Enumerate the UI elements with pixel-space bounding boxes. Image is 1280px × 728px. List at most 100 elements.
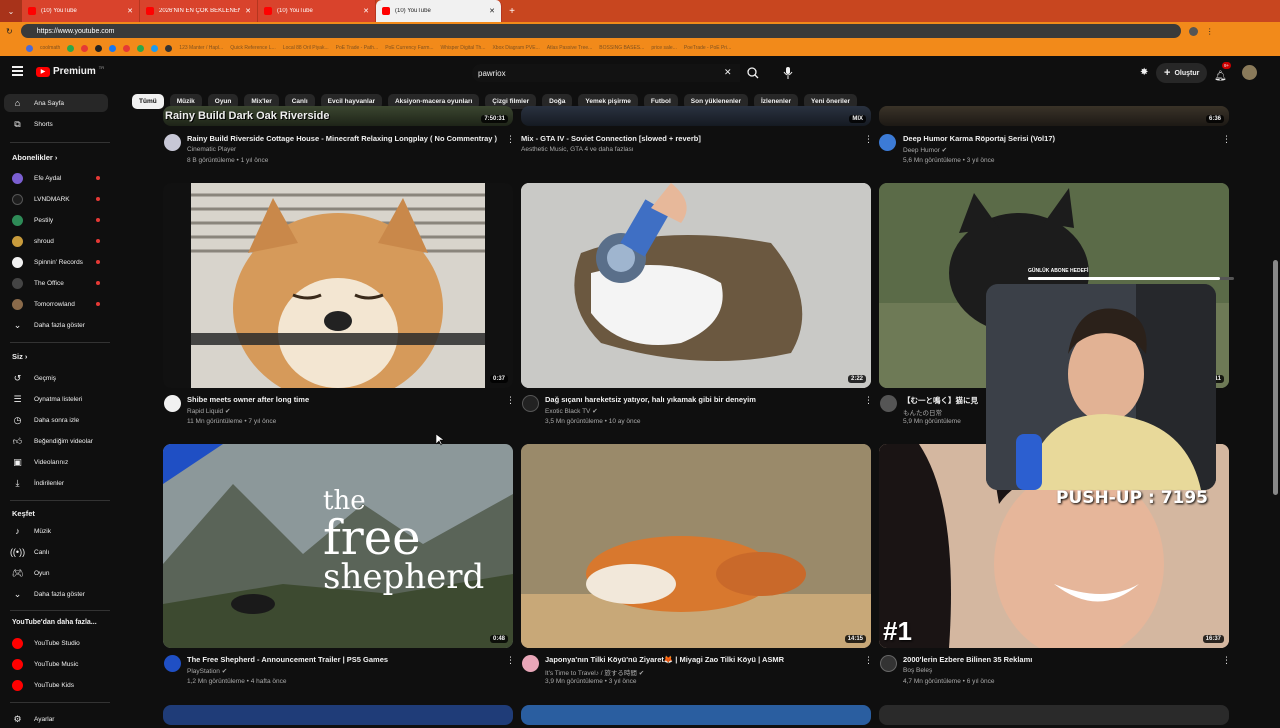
- bookmark-icon[interactable]: [151, 44, 159, 52]
- video-title[interactable]: Dağ sıçanı hareketsiz yatıyor, halı yıka…: [545, 395, 756, 404]
- video-title[interactable]: 2000'lerin Ezbere Bilinen 35 Reklamı: [903, 655, 1032, 664]
- video-thumbnail[interactable]: [521, 705, 871, 725]
- browser-tab-3[interactable]: (10) YouTube ✕: [258, 0, 376, 22]
- more-options-icon[interactable]: ⋮: [506, 655, 515, 666]
- bookmark-icon[interactable]: [109, 44, 117, 52]
- hamburger-menu-icon[interactable]: [12, 66, 23, 76]
- close-icon[interactable]: ✕: [363, 7, 369, 15]
- search-button[interactable]: [740, 64, 766, 82]
- video-thumbnail[interactable]: Rainy Build Dark Oak Riverside 7:50:31: [163, 106, 513, 126]
- video-thumbnail[interactable]: 14:15: [521, 444, 871, 648]
- more-options-icon[interactable]: ⋮: [864, 395, 873, 406]
- menu-icon[interactable]: ⋮: [1206, 27, 1214, 36]
- more-options-icon[interactable]: ⋮: [506, 395, 515, 406]
- close-icon[interactable]: ✕: [245, 7, 251, 15]
- more-options-icon[interactable]: ⋮: [506, 134, 515, 145]
- sidebar-item-sub[interactable]: Tomorrowland: [4, 295, 108, 313]
- bookmark-icon[interactable]: [67, 44, 75, 52]
- sidebar-item-playlists[interactable]: ☰ Oynatma listeleri: [4, 390, 108, 408]
- video-thumbnail[interactable]: 6:36: [879, 106, 1229, 126]
- clear-search-icon[interactable]: ✕: [724, 67, 732, 78]
- sidebar-item-sub[interactable]: The Office: [4, 274, 108, 292]
- sidebar-item-history[interactable]: ↺ Geçmiş: [4, 369, 108, 387]
- channel-name[interactable]: Aesthetic Music, GTA 4 ve daha fazlası: [521, 146, 634, 153]
- browser-tab-4[interactable]: (10) YouTube ✕: [376, 0, 502, 22]
- sidebar-item-sub[interactable]: shroud: [4, 232, 108, 250]
- avatar[interactable]: [1242, 65, 1257, 80]
- you-heading[interactable]: Siz ›: [12, 352, 27, 361]
- profile-icon[interactable]: [1188, 26, 1198, 36]
- video-thumbnail[interactable]: [879, 705, 1229, 725]
- bookmark-icon[interactable]: [81, 44, 89, 52]
- sidebar-item-sub[interactable]: Spinnin' Records: [4, 253, 108, 271]
- url-field[interactable]: https://www.youtube.com: [20, 24, 1181, 38]
- video-thumbnail[interactable]: 2:22: [521, 183, 871, 388]
- channel-avatar[interactable]: [522, 395, 539, 412]
- bookmark-icon[interactable]: [137, 44, 145, 52]
- bookmark-icon[interactable]: [26, 44, 33, 52]
- video-title[interactable]: Japonya'nın Tilki Köyü'nü Ziyaret🦊 | Miy…: [545, 655, 784, 664]
- extension-icon[interactable]: ✸: [1140, 67, 1148, 78]
- close-icon[interactable]: ✕: [489, 7, 495, 15]
- video-thumbnail[interactable]: 0:37: [163, 183, 513, 388]
- channel-name[interactable]: PlayStation ✔: [187, 667, 227, 675]
- video-title[interactable]: Mix - GTA IV - Soviet Connection [slowed…: [521, 134, 701, 143]
- subscriptions-heading[interactable]: Abonelikler ›: [12, 153, 57, 162]
- channel-name[interactable]: Boş Beleş: [903, 667, 932, 674]
- sidebar-item-sub[interactable]: Efe Aydal: [4, 169, 108, 187]
- channel-avatar[interactable]: [522, 655, 539, 672]
- bookmark-icon[interactable]: [95, 44, 103, 52]
- sidebar-item-studio[interactable]: YouTube Studio: [4, 634, 108, 652]
- sidebar-item-watch-later[interactable]: ◷ Daha sonra izle: [4, 411, 108, 429]
- create-button[interactable]: + Oluştur: [1156, 63, 1208, 83]
- refresh-icon[interactable]: ↻: [6, 27, 13, 36]
- channel-name[interactable]: Cinematic Player: [187, 146, 236, 153]
- video-title[interactable]: The Free Shepherd - Announcement Trailer…: [187, 655, 388, 664]
- sidebar-item-downloads[interactable]: ⤓ İndirilenler: [4, 474, 108, 492]
- video-thumbnail[interactable]: MIX: [521, 106, 871, 126]
- sidebar-item-kids[interactable]: YouTube Kids: [4, 676, 108, 694]
- sidebar-item-settings[interactable]: ⚙ Ayarlar: [4, 710, 108, 728]
- voice-search-button[interactable]: [779, 64, 797, 82]
- show-more-explore[interactable]: ⌄ Daha fazla göster: [4, 585, 108, 603]
- sidebar-item-music-app[interactable]: YouTube Music: [4, 655, 108, 673]
- video-title[interactable]: Shibe meets owner after long time: [187, 395, 309, 404]
- channel-name[interactable]: Exotic Black TV ✔: [545, 407, 598, 415]
- tab-menu-button[interactable]: ⌄: [0, 0, 22, 22]
- chip-all[interactable]: Tümü: [132, 94, 164, 109]
- channel-avatar[interactable]: [164, 655, 181, 672]
- bookmark-icon[interactable]: [123, 44, 131, 52]
- sidebar-item-sub[interactable]: LVNDMARK: [4, 190, 108, 208]
- channel-avatar[interactable]: [164, 395, 181, 412]
- sidebar-item-shorts[interactable]: ⧉ Shorts: [4, 115, 108, 133]
- channel-name[interactable]: It's Time to Travel♪ / 旅する時間 ✔: [545, 667, 644, 677]
- sidebar-item-your-videos[interactable]: ▣ Videolarınız: [4, 453, 108, 471]
- more-options-icon[interactable]: ⋮: [864, 655, 873, 666]
- sidebar-item-home[interactable]: ⌂ Ana Sayfa: [4, 94, 108, 112]
- video-thumbnail[interactable]: [163, 705, 513, 725]
- video-title[interactable]: Rainy Build Riverside Cottage House - Mi…: [187, 134, 497, 143]
- channel-name[interactable]: Deep Humor ✔: [903, 146, 947, 154]
- browser-tab-2[interactable]: 2026'NIN EN ÇOK BEKLENEN OYU✕: [140, 0, 258, 22]
- notifications-button[interactable]: 🔔︎ 9+: [1214, 62, 1232, 84]
- more-options-icon[interactable]: ⋮: [864, 134, 873, 145]
- youtube-logo[interactable]: ▶ Premium TR: [36, 65, 104, 77]
- sidebar-item-gaming[interactable]: 🎮︎ Oyun: [4, 564, 108, 582]
- close-icon[interactable]: ✕: [127, 7, 133, 15]
- channel-avatar[interactable]: [880, 395, 897, 412]
- new-tab-button[interactable]: +: [502, 0, 522, 22]
- video-thumbnail[interactable]: the free shepherd 0:48: [163, 444, 513, 648]
- browser-tab-1[interactable]: (10) YouTube ✕: [22, 0, 140, 22]
- channel-name[interactable]: Rapid Liquid ✔: [187, 407, 230, 415]
- sidebar-item-live[interactable]: ((•)) Canlı: [4, 543, 108, 561]
- channel-avatar[interactable]: [880, 655, 897, 672]
- more-options-icon[interactable]: ⋮: [1222, 134, 1231, 145]
- sidebar-item-sub[interactable]: Pestily: [4, 211, 108, 229]
- scrollbar-thumb[interactable]: [1273, 260, 1278, 495]
- sidebar-item-music[interactable]: ♪ Müzik: [4, 522, 108, 540]
- video-title[interactable]: Deep Humor Karma Röportaj Serisi (Vol17): [903, 134, 1055, 143]
- bookmark-icon[interactable]: [165, 44, 173, 52]
- channel-avatar[interactable]: [164, 134, 181, 151]
- more-options-icon[interactable]: ⋮: [1222, 655, 1231, 666]
- show-more-subscriptions[interactable]: ⌄ Daha fazla göster: [4, 316, 108, 334]
